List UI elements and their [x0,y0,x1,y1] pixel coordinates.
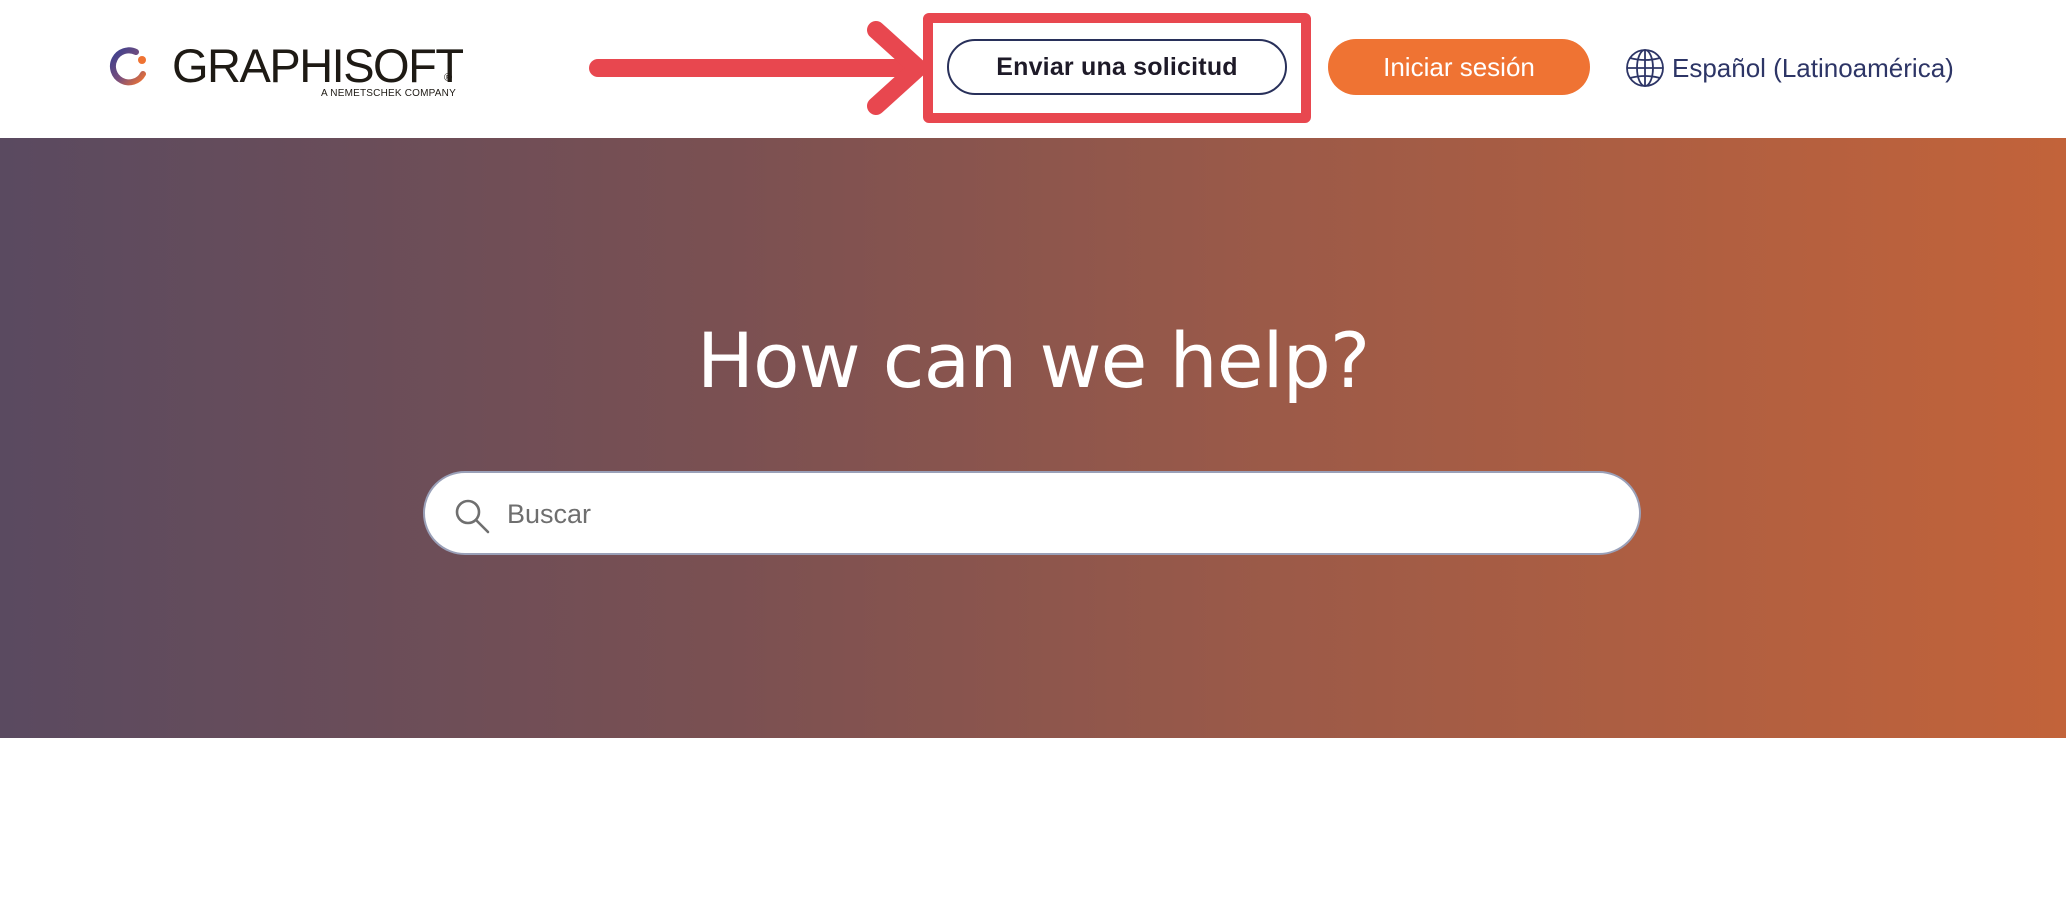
search-bar[interactable] [423,471,1641,555]
arrow-right-icon [589,21,927,115]
submit-request-button[interactable]: Enviar una solicitud [947,39,1287,95]
logo-tagline: A NEMETSCHEK COMPANY [321,88,456,99]
search-input[interactable] [505,483,1609,545]
site-header: GRAPHISOFT ® A NEMETSCHEK COMPANY Enviar… [0,0,2066,138]
graphisoft-logo-icon [109,47,146,86]
sign-in-button[interactable]: Iniciar sesión [1328,39,1590,95]
help-center-page: GRAPHISOFT ® A NEMETSCHEK COMPANY Enviar… [0,0,2066,916]
hero-banner: How can we help? [0,138,2066,738]
language-label: Español (Latinoamérica) [1672,52,1954,83]
language-selector[interactable]: Español (Latinoamérica) [1624,46,1954,90]
logo-registered-mark: ® [444,72,453,84]
globe-icon [1626,49,1664,87]
search-icon [455,499,490,534]
hero-title: How can we help? [696,316,1370,405]
graphisoft-logo[interactable]: GRAPHISOFT ® A NEMETSCHEK COMPANY [106,39,466,102]
logo-wordmark: GRAPHISOFT [172,39,464,92]
